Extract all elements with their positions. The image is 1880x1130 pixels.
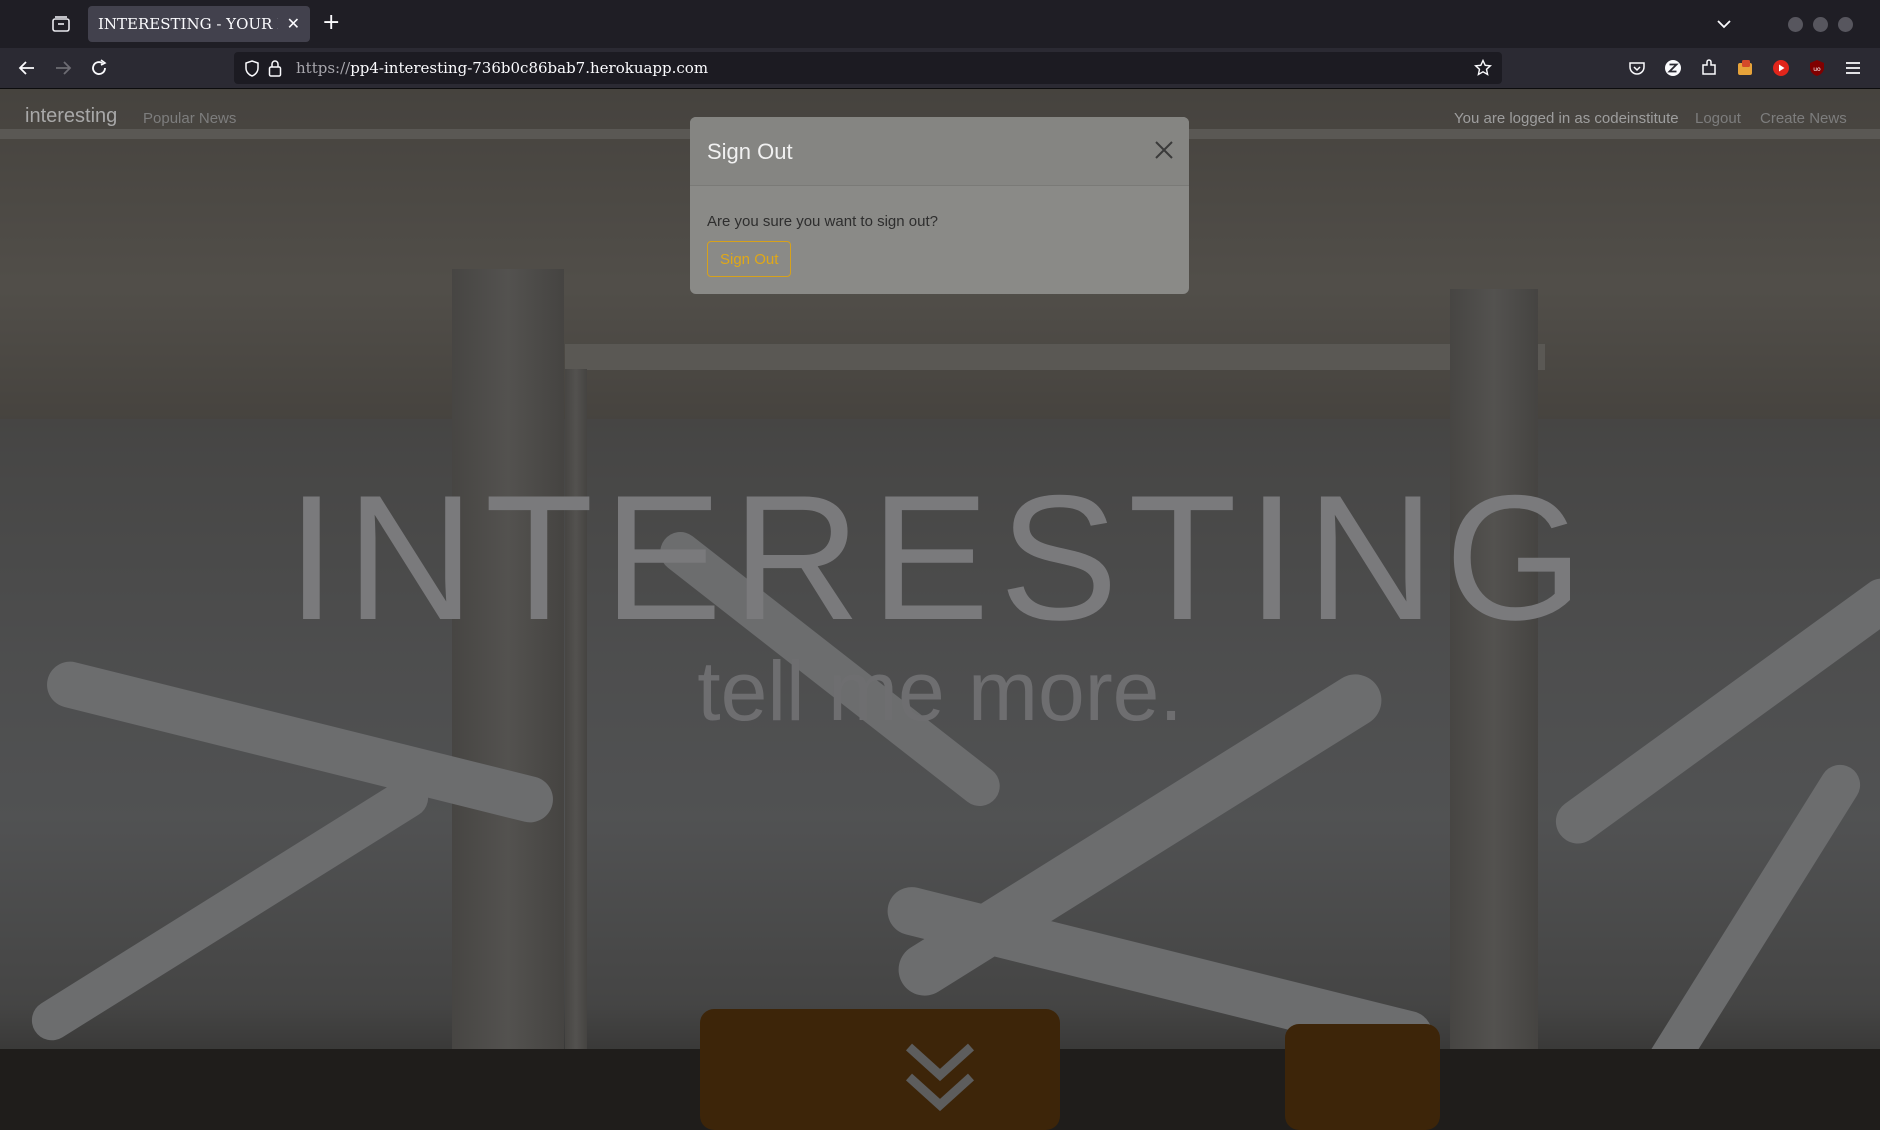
pocket-icon[interactable] xyxy=(1627,58,1647,78)
url-protocol: https:// xyxy=(296,59,351,77)
logged-in-status: You are logged in as codeinstitute xyxy=(1454,110,1679,127)
zotero-icon[interactable] xyxy=(1663,58,1683,78)
close-window-button[interactable] xyxy=(1838,17,1853,32)
minimize-button[interactable] xyxy=(1788,17,1803,32)
browser-nav-bar: https://pp4-interesting-736b0c86bab7.her… xyxy=(0,48,1880,89)
modal-title: Sign Out xyxy=(707,139,793,164)
nav-create-news[interactable]: Create News xyxy=(1760,110,1847,127)
reload-icon[interactable] xyxy=(88,57,110,79)
tab-close-icon[interactable]: ✕ xyxy=(287,14,300,33)
hero-title: INTERESTING xyxy=(286,458,1594,657)
shield-icon[interactable] xyxy=(244,60,260,81)
sign-out-modal: Sign Out Are you sure you want to sign o… xyxy=(690,117,1189,294)
site-brand[interactable]: interesting xyxy=(25,105,117,128)
new-tab-icon[interactable]: + xyxy=(322,10,340,35)
nav-logout[interactable]: Logout xyxy=(1695,110,1741,127)
modal-header: Sign Out xyxy=(690,117,1189,186)
url-host: pp4-interesting-736b0c86bab7.herokuapp.c… xyxy=(350,59,709,77)
bookmark-star-icon[interactable] xyxy=(1473,58,1493,81)
modal-message: Are you sure you want to sign out? xyxy=(707,213,938,230)
scroll-down-chevron-icon[interactable] xyxy=(905,1039,975,1119)
youtube-extension-icon[interactable] xyxy=(1771,58,1791,78)
maximize-button[interactable] xyxy=(1813,17,1828,32)
back-icon[interactable] xyxy=(16,57,38,79)
lock-icon[interactable] xyxy=(268,59,282,81)
address-bar[interactable]: https://pp4-interesting-736b0c86bab7.her… xyxy=(234,52,1502,84)
ublock-origin-icon[interactable]: uo xyxy=(1807,58,1827,78)
nav-popular-news[interactable]: Popular News xyxy=(143,110,236,127)
tab-overview-icon[interactable] xyxy=(50,14,72,34)
list-tabs-icon[interactable] xyxy=(1716,14,1732,33)
url-text: https://pp4-interesting-736b0c86bab7.her… xyxy=(296,59,708,77)
hero-subtitle: tell me more. xyxy=(697,644,1183,738)
close-icon[interactable] xyxy=(1153,139,1175,161)
page-viewport: interesting Popular News You are logged … xyxy=(0,89,1880,1130)
sign-out-confirm-button[interactable]: Sign Out xyxy=(707,241,792,277)
menu-hamburger-icon[interactable] xyxy=(1843,58,1863,78)
svg-text:uo: uo xyxy=(1813,66,1821,73)
browser-tab-bar: INTERESTING - YOUR NEWS ✕ + xyxy=(0,0,1880,48)
browser-tab[interactable]: INTERESTING - YOUR NEWS ✕ xyxy=(88,6,310,42)
tab-title: INTERESTING - YOUR NEWS xyxy=(98,15,278,33)
extensions-icon[interactable] xyxy=(1699,58,1719,78)
forward-icon[interactable] xyxy=(52,57,74,79)
color-picker-extension-icon[interactable] xyxy=(1735,58,1755,78)
